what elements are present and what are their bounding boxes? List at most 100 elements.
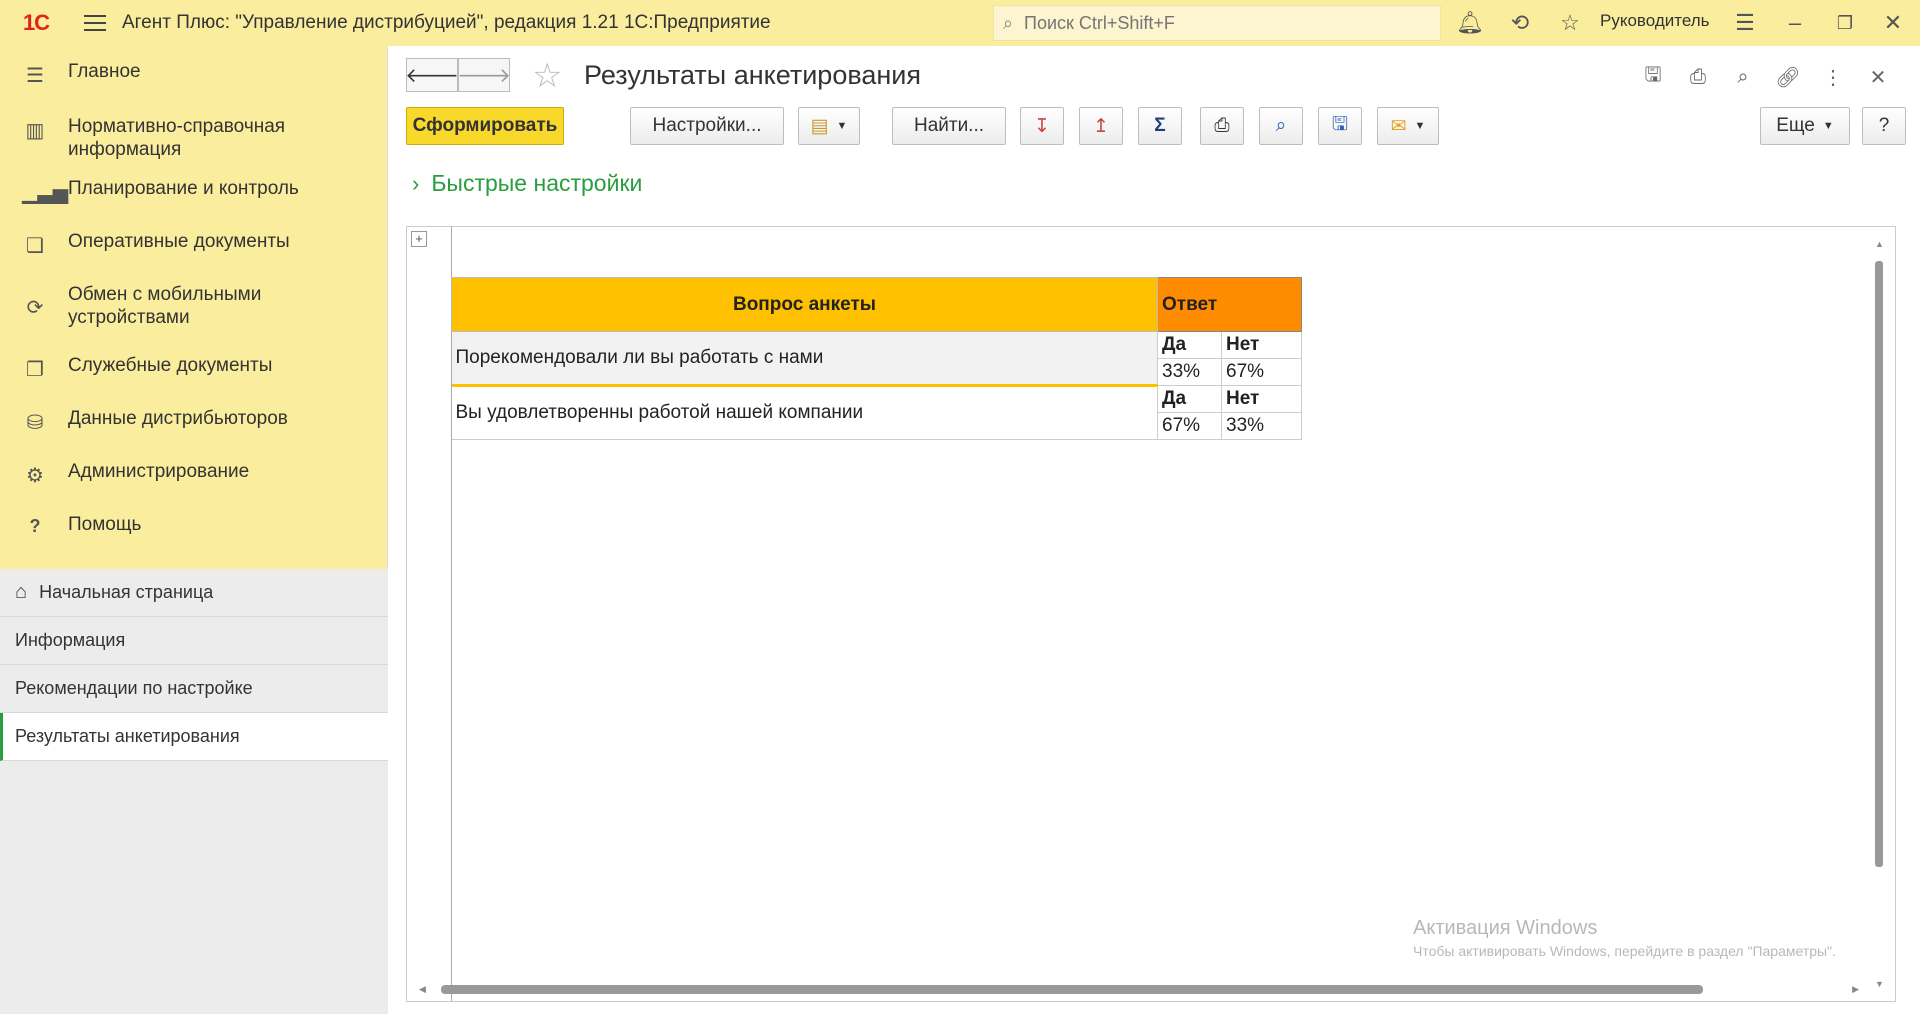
back-button[interactable]: 🡐 bbox=[405, 58, 459, 92]
header-answer: Ответ bbox=[1157, 277, 1302, 332]
forward-button[interactable]: 🡒 bbox=[457, 58, 511, 92]
answer-value-cell[interactable]: 67% bbox=[1221, 358, 1302, 386]
answer-value-cell[interactable]: 33% bbox=[1157, 358, 1222, 386]
quick-settings-toggle[interactable]: › Быстрые настройки bbox=[412, 170, 642, 197]
table-header-row: Вопрос анкеты Ответ bbox=[451, 277, 1302, 332]
answer-label-cell[interactable]: Да bbox=[1157, 331, 1222, 359]
print-button[interactable]: ⎙ bbox=[1200, 107, 1244, 145]
sync-icon: ⟳ bbox=[26, 297, 44, 319]
close-form-icon[interactable]: ✕ bbox=[1863, 62, 1893, 92]
open-window-recommendations[interactable]: Рекомендации по настройке bbox=[0, 665, 388, 713]
answer-label-cell[interactable]: Нет bbox=[1221, 331, 1302, 359]
collapse-groups-button[interactable]: ↥ bbox=[1079, 107, 1123, 145]
print-icon[interactable]: ⎙ bbox=[1683, 62, 1713, 92]
favorites-star-icon[interactable]: ☆ bbox=[1555, 8, 1585, 38]
command-bar: Сформировать Настройки... ▤ ▼ Найти... ↧ … bbox=[406, 107, 1906, 147]
sidebar-item-mobile-exchange[interactable]: ⟳ Обмен с мобильными устройствами bbox=[0, 283, 387, 340]
open-window-label: Рекомендации по настройке bbox=[15, 678, 253, 698]
help-button[interactable]: ? bbox=[1862, 107, 1906, 145]
sidebar-item-planning[interactable]: ▁▃▅ Планирование и контроль bbox=[0, 177, 387, 225]
open-window-survey-results[interactable]: Результаты анкетирования bbox=[0, 713, 388, 761]
search-icon: ⌕ bbox=[1002, 12, 1014, 33]
open-window-home[interactable]: ⌂ Начальная страница bbox=[0, 569, 388, 617]
1c-logo: 1С bbox=[22, 10, 50, 35]
scroll-left-icon[interactable]: ◀ bbox=[419, 984, 426, 995]
save-button[interactable]: 🖫 bbox=[1318, 107, 1362, 145]
answer-value-cell[interactable]: 33% bbox=[1221, 412, 1302, 440]
restore-window-icon[interactable]: ❐ bbox=[1830, 8, 1860, 38]
print-preview-button[interactable]: ⌕ bbox=[1259, 107, 1303, 145]
report-form: 🡐 🡒 ☆ Результаты анкетирования 🖫 ⎙ ⌕ 🔗︎ … bbox=[388, 46, 1920, 1014]
sections-panel: ☰ Главное ▥ Нормативно-справочная информ… bbox=[0, 46, 388, 1014]
sidebar-item-label: Служебные документы bbox=[68, 355, 273, 376]
table-row: Вы удовлетворенны работой нашей компании… bbox=[451, 385, 1302, 440]
open-window-label: Результаты анкетирования bbox=[15, 726, 240, 746]
answer-label-cell[interactable]: Да bbox=[1157, 385, 1222, 413]
open-window-info[interactable]: Информация bbox=[0, 617, 388, 665]
sidebar-item-administration[interactable]: ⚙ Администрирование bbox=[0, 460, 387, 508]
menu-icon: ☰ bbox=[26, 65, 44, 87]
answer-label-cell[interactable]: Нет bbox=[1221, 385, 1302, 413]
history-icon[interactable]: ⟲ bbox=[1505, 8, 1535, 38]
windows-activation-text: Чтобы активировать Windows, перейдите в … bbox=[1413, 943, 1836, 959]
vertical-scrollbar[interactable]: ▲ ▼ bbox=[1873, 239, 1885, 989]
vertical-scroll-thumb[interactable] bbox=[1875, 261, 1883, 867]
send-email-button[interactable]: ✉ ▼ bbox=[1377, 107, 1439, 145]
answer-value-cell[interactable]: 67% bbox=[1157, 412, 1222, 440]
variants-dropdown-button[interactable]: ▤ ▼ bbox=[798, 107, 860, 145]
catalog-icon: ▥ bbox=[25, 120, 45, 142]
dropdown-caret-icon: ▼ bbox=[1822, 120, 1834, 132]
report-spreadsheet[interactable]: + Вопрос анкеты Ответ Порекомендовали ли… bbox=[406, 226, 1896, 1002]
more-button[interactable]: Еще ▼ bbox=[1760, 107, 1850, 145]
settings-button[interactable]: Настройки... bbox=[630, 107, 784, 145]
horizontal-scrollbar[interactable]: ◀ ▶ bbox=[419, 983, 1859, 995]
expand-groups-button[interactable]: ↧ bbox=[1020, 107, 1064, 145]
sidebar-item-reference[interactable]: ▥ Нормативно-справочная информация bbox=[0, 115, 387, 172]
gear-icon: ⚙ bbox=[26, 465, 44, 487]
question-cell[interactable]: Порекомендовали ли вы работать с нами bbox=[451, 331, 1158, 387]
windows-activation-title: Активация Windows bbox=[1413, 917, 1598, 939]
save-disk-icon[interactable]: 🖫 bbox=[1638, 62, 1668, 92]
more-vertical-icon[interactable]: ⋮ bbox=[1818, 62, 1848, 92]
global-search[interactable]: ⌕ bbox=[993, 5, 1441, 41]
scroll-right-icon[interactable]: ▶ bbox=[1852, 984, 1859, 995]
sidebar-item-label: Планирование и контроль bbox=[68, 178, 299, 199]
question-cell[interactable]: Вы удовлетворенны работой нашей компании bbox=[451, 385, 1158, 440]
notifications-bell-icon[interactable]: 🔔︎ bbox=[1455, 8, 1485, 38]
scroll-down-icon[interactable]: ▼ bbox=[1875, 979, 1884, 989]
scroll-up-icon[interactable]: ▲ bbox=[1875, 239, 1884, 249]
quick-settings-label: Быстрые настройки bbox=[431, 170, 643, 196]
sidebar-item-distributors[interactable]: ⛁ Данные дистрибьюторов bbox=[0, 407, 387, 455]
main-menu-icon[interactable] bbox=[84, 15, 106, 31]
search-input[interactable] bbox=[1022, 11, 1426, 35]
chevron-right-icon: › bbox=[412, 170, 420, 196]
horizontal-scroll-thumb[interactable] bbox=[441, 985, 1703, 994]
sidebar-item-label: Данные дистрибьюторов bbox=[68, 408, 288, 429]
sidebar-item-service-docs[interactable]: ❐ Служебные документы bbox=[0, 354, 387, 402]
generate-button[interactable]: Сформировать bbox=[406, 107, 564, 145]
sidebar-item-operational-docs[interactable]: ❏ Оперативные документы bbox=[0, 230, 387, 278]
history-navigation: 🡐 🡒 bbox=[405, 58, 511, 92]
preview-icon[interactable]: ⌕ bbox=[1728, 62, 1758, 92]
help-icon: ? bbox=[29, 516, 41, 536]
sidebar-item-label: Оперативные документы bbox=[68, 231, 290, 252]
current-user[interactable]: Руководитель bbox=[1600, 11, 1710, 31]
minimize-icon[interactable]: – bbox=[1780, 8, 1810, 38]
close-app-icon[interactable]: ✕ bbox=[1878, 8, 1908, 38]
favorite-star-icon[interactable]: ☆ bbox=[532, 56, 562, 96]
expand-group-icon[interactable]: + bbox=[411, 231, 427, 247]
settings-menu-icon[interactable]: ☰ bbox=[1730, 8, 1760, 38]
sidebar-item-main[interactable]: ☰ Главное bbox=[0, 60, 387, 100]
sigma-icon: Σ bbox=[1154, 115, 1166, 136]
printer-icon: ⎙ bbox=[1214, 115, 1230, 136]
link-icon[interactable]: 🔗︎ bbox=[1773, 62, 1803, 92]
header-question: Вопрос анкеты bbox=[451, 277, 1158, 332]
find-button[interactable]: Найти... bbox=[892, 107, 1006, 145]
service-docs-icon: ❐ bbox=[26, 359, 44, 381]
table-row: Порекомендовали ли вы работать с нами Да… bbox=[451, 331, 1302, 387]
sum-button[interactable]: Σ bbox=[1138, 107, 1182, 145]
home-icon: ⌂ bbox=[15, 581, 28, 603]
sidebar-item-help[interactable]: ? Помощь bbox=[0, 513, 387, 561]
app-title: Агент Плюс: "Управление дистрибуцией", р… bbox=[122, 12, 771, 33]
report-variants-icon: ▤ bbox=[810, 115, 829, 137]
